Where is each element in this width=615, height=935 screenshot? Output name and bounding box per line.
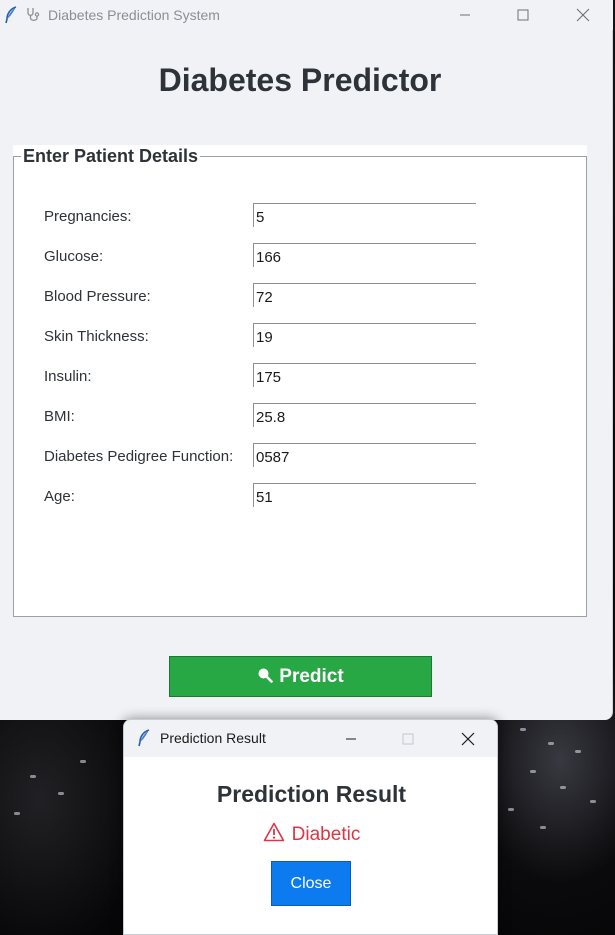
age-label: Age: — [44, 488, 75, 505]
keyboard-glint — [548, 742, 554, 745]
magnifier-icon — [257, 667, 274, 689]
keyboard-glint — [560, 786, 566, 789]
close-button[interactable]: Close — [271, 861, 351, 906]
predict-label: Predict — [279, 665, 344, 687]
window-title: Diabetes Prediction System — [48, 7, 220, 23]
pedigree-label: Diabetes Pedigree Function: — [44, 448, 234, 465]
feather-icon — [4, 6, 18, 29]
minimize-button[interactable] — [442, 0, 488, 30]
page-title: Diabetes Predictor — [158, 62, 442, 98]
blood-pressure-label: Blood Pressure: — [44, 288, 151, 305]
insulin-input[interactable] — [253, 363, 476, 387]
maximize-icon — [402, 733, 414, 744]
skin-thickness-input[interactable] — [253, 323, 476, 347]
minimize-icon — [460, 14, 470, 16]
warning-icon — [263, 822, 285, 848]
keyboard-glint — [80, 760, 86, 763]
maximize-icon — [517, 9, 529, 21]
prediction-result-text: Diabetic — [291, 824, 361, 845]
keyboard-glint — [58, 792, 64, 795]
close-icon — [576, 8, 590, 22]
insulin-label: Insulin: — [44, 368, 92, 385]
pregnancies-input[interactable] — [253, 203, 476, 227]
keyboard-glint — [14, 812, 20, 815]
dialog-maximize-button[interactable] — [386, 720, 430, 757]
dialog-minimize-button[interactable] — [329, 720, 373, 757]
bmi-label: BMI: — [44, 408, 75, 425]
pregnancies-label: Pregnancies: — [44, 208, 132, 225]
prediction-result-dialog: Prediction Result Prediction Result Diab… — [123, 719, 498, 935]
keyboard-glint — [530, 770, 536, 773]
bmi-input[interactable] — [253, 403, 476, 427]
minimize-icon — [346, 738, 356, 739]
glucose-input[interactable] — [253, 243, 476, 267]
blood-pressure-input[interactable] — [253, 283, 476, 307]
pedigree-input[interactable] — [253, 443, 476, 467]
glucose-label: Glucose: — [44, 248, 104, 265]
dialog-title: Prediction Result — [160, 730, 266, 746]
main-window: Diabetes Prediction System Diabetes Pred… — [0, 0, 613, 720]
close-window-button[interactable] — [560, 0, 606, 30]
predict-button[interactable]: Predict — [169, 656, 432, 697]
keyboard-glint — [575, 750, 581, 753]
skin-thickness-label: Skin Thickness: — [44, 328, 149, 345]
keyboard-glint — [30, 775, 36, 778]
age-input[interactable] — [253, 483, 476, 507]
feather-icon — [137, 729, 151, 752]
keyboard-glint — [508, 808, 514, 811]
dialog-titlebar[interactable]: Prediction Result — [124, 720, 497, 757]
close-icon — [461, 732, 475, 745]
keyboard-glint — [590, 800, 596, 803]
maximize-button[interactable] — [500, 0, 546, 30]
patient-details-title: Enter Patient Details — [21, 146, 201, 167]
keyboard-glint — [540, 826, 546, 829]
prediction-result: Diabetic — [124, 822, 499, 848]
main-titlebar[interactable]: Diabetes Prediction System — [0, 0, 613, 30]
dialog-heading: Prediction Result — [216, 781, 407, 807]
keyboard-glint — [520, 728, 526, 731]
stethoscope-icon — [26, 7, 42, 28]
dialog-close-window-button[interactable] — [446, 720, 490, 757]
